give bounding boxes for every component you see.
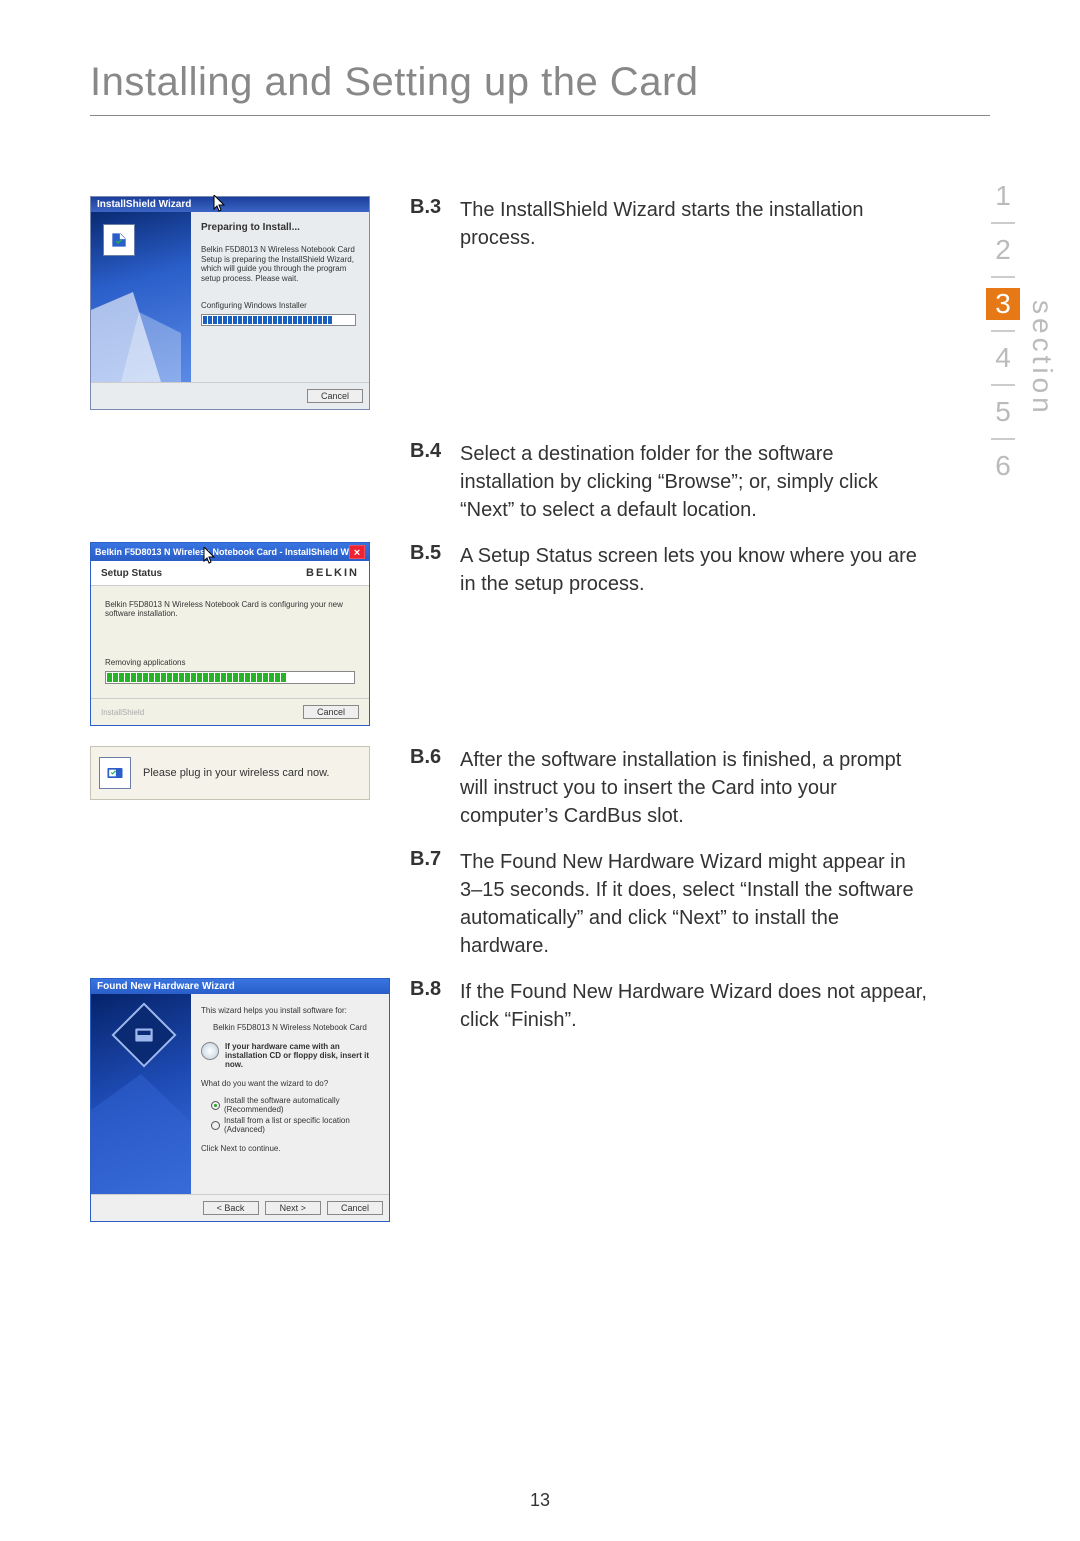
step-b4-label: B.4 — [410, 440, 460, 524]
ss4-option-advanced[interactable]: Install from a list or specific location… — [211, 1116, 379, 1134]
cd-icon — [201, 1042, 219, 1060]
screenshot-found-new-hardware: Found New Hardware Wizard This wizard he… — [90, 978, 390, 1222]
ss4-question: What do you want the wizard to do? — [201, 1079, 379, 1088]
card-icon — [99, 757, 131, 789]
step-b3-label: B.3 — [410, 196, 460, 252]
ss4-continue: Click Next to continue. — [201, 1144, 379, 1153]
step-b5-text: A Setup Status screen lets you know wher… — [460, 542, 930, 598]
hardware-icon — [111, 1002, 176, 1067]
section-nav-5[interactable]: 5 — [986, 396, 1020, 428]
cursor-icon — [213, 195, 227, 213]
ss2-titlebar: Belkin F5D8013 N Wireless Notebook Card … — [95, 547, 349, 557]
ss2-installshield-label: InstallShield — [101, 708, 303, 717]
page-number: 13 — [0, 1490, 1080, 1511]
step-b6-label: B.6 — [410, 746, 460, 830]
ss1-status: Configuring Windows Installer — [201, 301, 359, 310]
section-nav-6[interactable]: 6 — [986, 450, 1020, 482]
ss4-cancel-button[interactable]: Cancel — [327, 1201, 383, 1215]
step-b8-text: If the Found New Hardware Wizard does no… — [460, 978, 930, 1034]
section-nav: 1 2 3 4 5 6 — [986, 180, 1020, 482]
ss4-titlebar: Found New Hardware Wizard — [91, 979, 389, 994]
step-b7-label: B.7 — [410, 848, 460, 960]
ss2-body-text: Belkin F5D8013 N Wireless Notebook Card … — [105, 600, 355, 618]
step-b6-text: After the software installation is finis… — [460, 746, 930, 830]
ss2-progress-bar — [105, 671, 355, 684]
nav-separator — [991, 222, 1015, 224]
section-nav-4[interactable]: 4 — [986, 342, 1020, 374]
step-b5-label: B.5 — [410, 542, 460, 598]
step-b7-text: The Found New Hardware Wizard might appe… — [460, 848, 930, 960]
radio-unchecked-icon — [211, 1121, 220, 1130]
screenshot-installshield-preparing: InstallShield Wizard Preparing to Instal… — [90, 196, 370, 410]
ss2-brand: BELKIN — [306, 567, 359, 579]
section-nav-3[interactable]: 3 — [986, 288, 1020, 320]
nav-separator — [991, 330, 1015, 332]
ss2-cancel-button[interactable]: Cancel — [303, 705, 359, 719]
ss1-progress-bar — [201, 314, 356, 326]
ss4-cd-note: If your hardware came with an installati… — [225, 1042, 379, 1069]
installer-icon — [103, 224, 135, 256]
screenshot-setup-status: Belkin F5D8013 N Wireless Notebook Card … — [90, 542, 370, 726]
section-nav-2[interactable]: 2 — [986, 234, 1020, 266]
ss2-header: Setup Status — [101, 568, 306, 579]
step-b4-text: Select a destination folder for the soft… — [460, 440, 930, 524]
radio-checked-icon — [211, 1101, 220, 1110]
nav-separator — [991, 438, 1015, 440]
ss4-line1: This wizard helps you install software f… — [201, 1006, 379, 1015]
cursor-icon — [203, 547, 217, 565]
ss1-cancel-button[interactable]: Cancel — [307, 389, 363, 403]
ss1-heading: Preparing to Install... — [201, 222, 359, 233]
step-b8-label: B.8 — [410, 978, 460, 1034]
title-rule — [90, 115, 990, 116]
ss4-next-button[interactable]: Next > — [265, 1201, 321, 1215]
section-nav-1[interactable]: 1 — [986, 180, 1020, 212]
ss1-body-text: Belkin F5D8013 N Wireless Notebook Card … — [201, 245, 359, 283]
close-icon[interactable]: × — [349, 545, 365, 559]
screenshot-plug-prompt: Please plug in your wireless card now. — [90, 746, 370, 800]
nav-separator — [991, 276, 1015, 278]
ss4-device: Belkin F5D8013 N Wireless Notebook Card — [213, 1023, 379, 1032]
ss2-status: Removing applications — [105, 658, 355, 667]
ss3-text: Please plug in your wireless card now. — [143, 767, 329, 779]
ss4-back-button[interactable]: < Back — [203, 1201, 259, 1215]
nav-separator — [991, 384, 1015, 386]
section-label: section — [1026, 300, 1058, 417]
ss1-titlebar: InstallShield Wizard — [91, 197, 369, 212]
step-b3-text: The InstallShield Wizard starts the inst… — [460, 196, 930, 252]
ss4-option-auto[interactable]: Install the software automatically (Reco… — [211, 1096, 379, 1114]
page-title: Installing and Setting up the Card — [90, 60, 990, 105]
